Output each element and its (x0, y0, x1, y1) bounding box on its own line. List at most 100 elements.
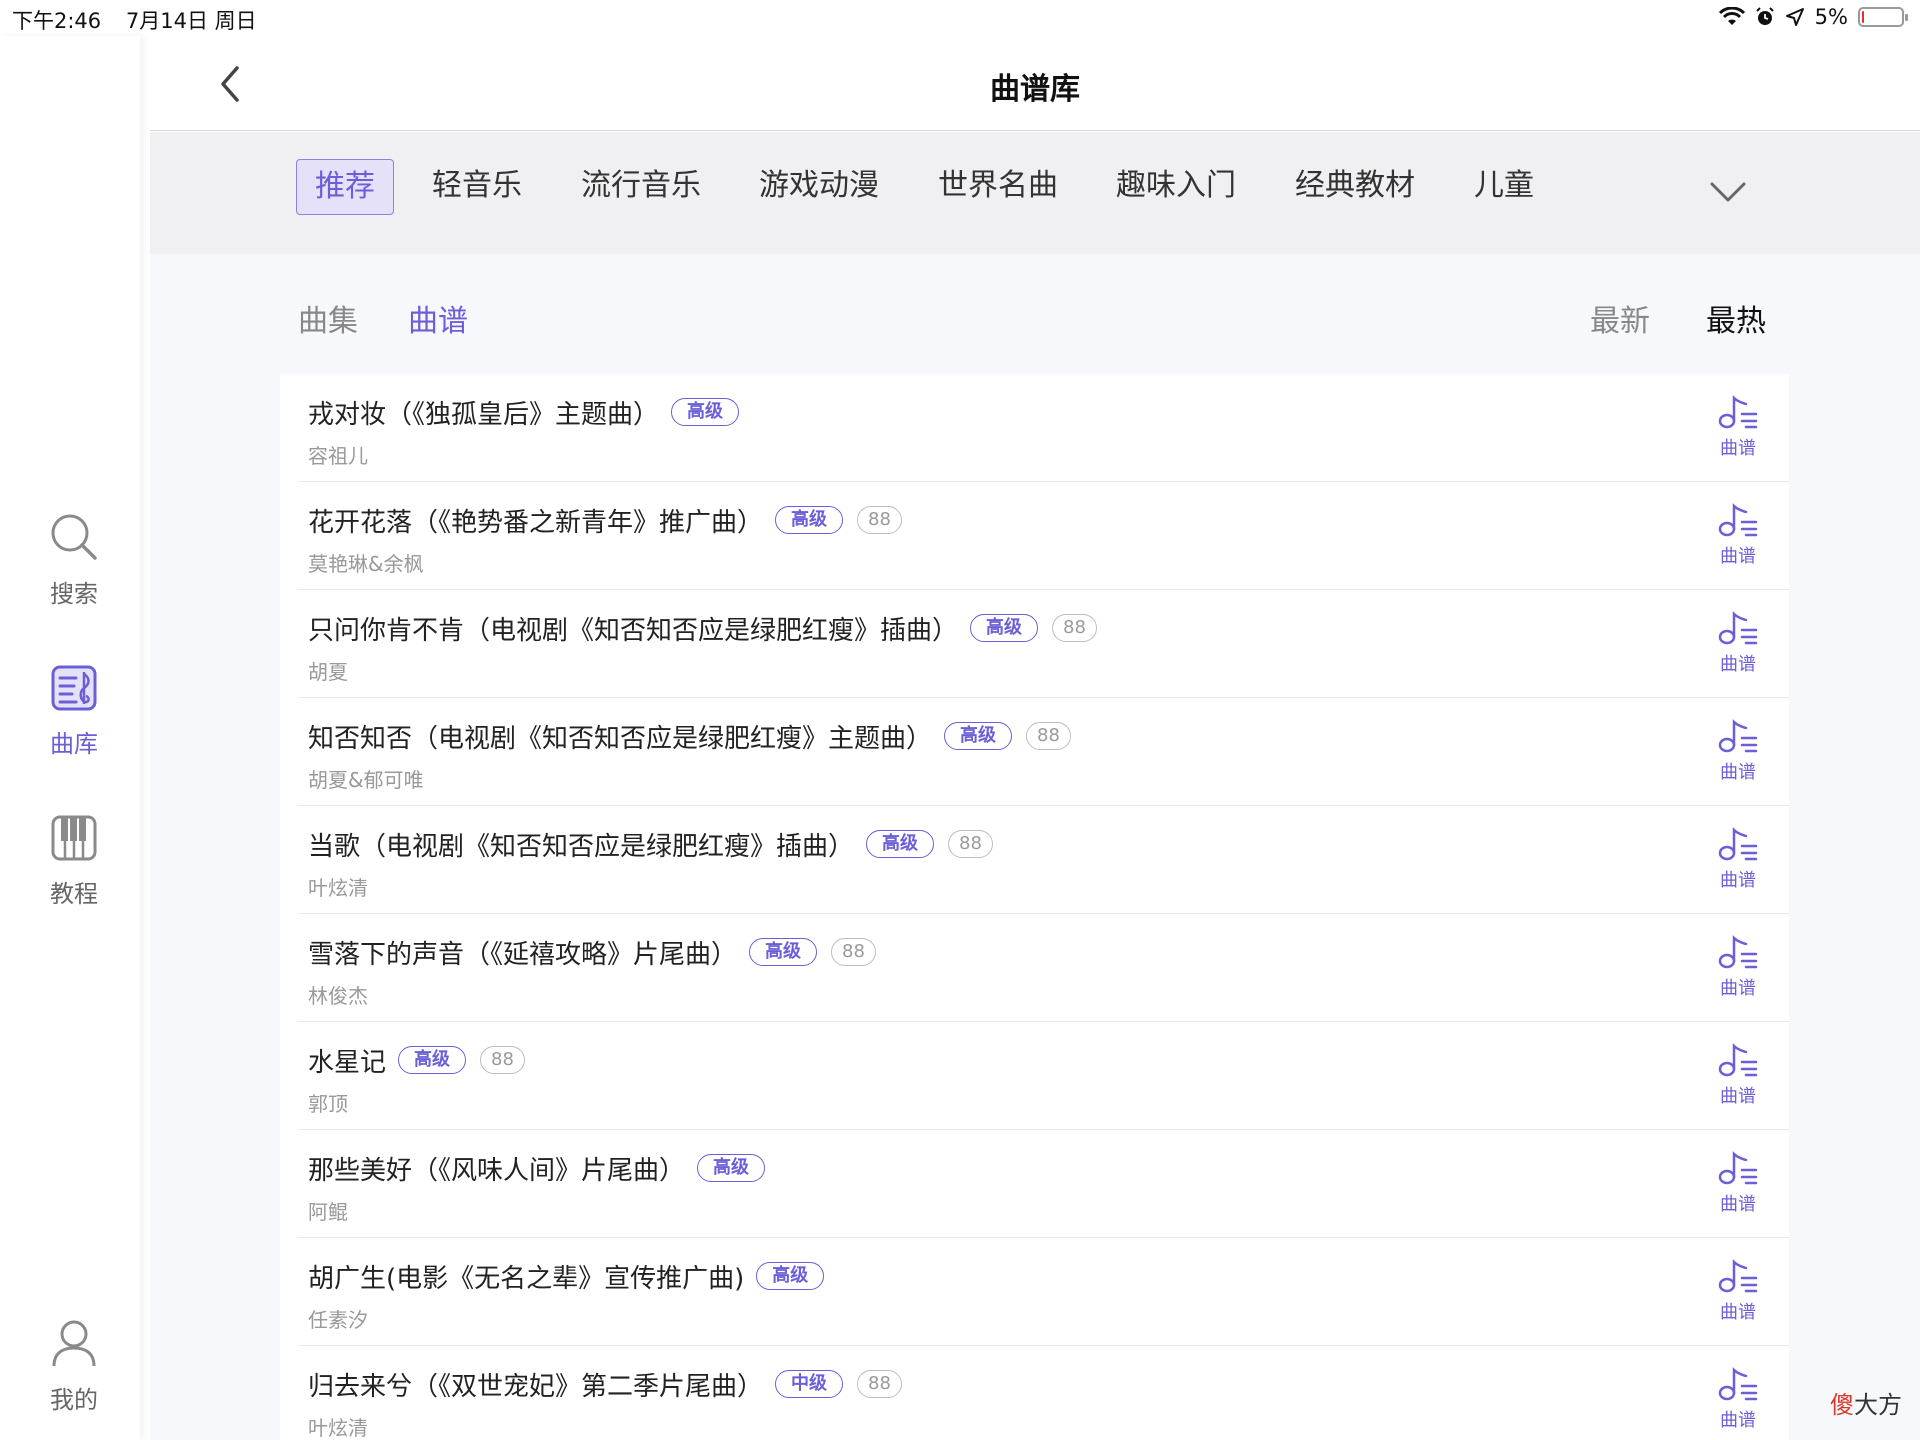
score-library-icon (51, 665, 97, 711)
level-badge: 高级 (756, 1262, 825, 1290)
score-button[interactable]: 曲谱 (1708, 1258, 1768, 1324)
category-bar: 推荐 轻音乐 流行音乐 游戏动漫 世界名曲 趣味入门 经典教材 儿童 (150, 132, 1920, 254)
level-badge: 高级 (671, 398, 740, 426)
score-button[interactable]: 曲谱 (1708, 502, 1768, 568)
count-badge: 88 (948, 830, 993, 858)
song-title-line: 胡广生(电影《无名之辈》宣传推广曲) 高级 (308, 1256, 825, 1296)
song-title: 知否知否（电视剧《知否知否应是绿肥红瘦》主题曲） (308, 723, 933, 754)
sub-tab-collections[interactable]: 曲集 (298, 296, 358, 340)
music-note-icon (1718, 1258, 1758, 1293)
count-badge: 88 (1026, 722, 1071, 750)
level-badge: 中级 (775, 1370, 844, 1398)
category-tab-light-music[interactable]: 轻音乐 (432, 159, 522, 215)
level-badge: 高级 (398, 1046, 467, 1074)
page-header: 曲谱库 (150, 36, 1920, 131)
song-artist: 叶炫清 (308, 1416, 368, 1440)
song-artist: 任素汐 (308, 1308, 368, 1332)
score-button[interactable]: 曲谱 (1708, 1366, 1768, 1432)
count-badge: 88 (857, 1370, 902, 1398)
sidebar-item-tutorial[interactable]: 教程 (0, 814, 148, 909)
sidebar-item-label: 曲库 (50, 730, 98, 758)
watermark: 傻大方 (1830, 1385, 1902, 1420)
level-badge: 高级 (775, 506, 844, 534)
score-button-label: 曲谱 (1720, 870, 1756, 891)
watermark-first: 傻 (1830, 1391, 1854, 1419)
sort-hottest[interactable]: 最热 (1706, 296, 1766, 340)
sidebar-item-library[interactable]: 曲库 (0, 664, 148, 759)
piano-icon (51, 815, 97, 861)
music-note-icon (1718, 1150, 1758, 1185)
count-badge: 88 (831, 938, 876, 966)
battery-level (1862, 11, 1864, 23)
level-badge: 高级 (749, 938, 818, 966)
category-tab-pop[interactable]: 流行音乐 (581, 159, 701, 215)
score-button[interactable]: 曲谱 (1708, 610, 1768, 676)
list-item[interactable]: 水星记 高级 88 郭顶 曲谱 (280, 1022, 1789, 1130)
category-tab-classics[interactable]: 世界名曲 (938, 159, 1058, 215)
sidebar-item-profile[interactable]: 我的 (0, 1318, 148, 1415)
song-title-line: 当歌（电视剧《知否知否应是绿肥红瘦》插曲） 高级 88 (308, 824, 993, 864)
list-item[interactable]: 雪落下的声音（《延禧攻略》片尾曲） 高级 88 林俊杰 曲谱 (280, 914, 1789, 1022)
list-item[interactable]: 胡广生(电影《无名之辈》宣传推广曲) 高级任素汐 曲谱 (280, 1238, 1789, 1346)
category-expand-button[interactable] (1708, 178, 1748, 206)
sidebar-item-label: 我的 (50, 1386, 98, 1414)
song-title-line: 花开花落（《艳势番之新青年》推广曲） 高级 88 (308, 500, 902, 540)
watermark-rest: 大方 (1854, 1391, 1902, 1419)
status-time: 下午2:46 (12, 9, 102, 33)
song-artist: 郭顶 (308, 1092, 348, 1116)
sort-newest[interactable]: 最新 (1590, 296, 1650, 340)
category-tab-game-anime[interactable]: 游戏动漫 (759, 159, 879, 215)
category-tab-fun-beginner[interactable]: 趣味入门 (1116, 159, 1236, 215)
score-button-label: 曲谱 (1720, 438, 1756, 459)
score-button-label: 曲谱 (1720, 1086, 1756, 1107)
level-badge: 高级 (866, 830, 935, 858)
song-artist: 林俊杰 (308, 984, 368, 1008)
score-button[interactable]: 曲谱 (1708, 1042, 1768, 1108)
list-item[interactable]: 只问你肯不肯（电视剧《知否知否应是绿肥红瘦》插曲） 高级 88 胡夏 曲谱 (280, 590, 1789, 698)
sidebar-item-search[interactable]: 搜索 (0, 512, 148, 609)
battery-percent: 5% (1814, 5, 1848, 29)
sidebar-item-label: 搜索 (50, 580, 98, 608)
level-badge: 高级 (697, 1154, 766, 1182)
alarm-icon (1755, 7, 1774, 25)
score-button[interactable]: 曲谱 (1708, 1150, 1768, 1216)
song-artist: 胡夏&郁可唯 (308, 768, 424, 792)
score-button-label: 曲谱 (1720, 654, 1756, 675)
category-tab-textbooks[interactable]: 经典教材 (1295, 159, 1415, 215)
music-note-icon (1718, 394, 1758, 429)
song-title: 归去来兮（《双世宠妃》第二季片尾曲） (308, 1371, 764, 1402)
score-button-label: 曲谱 (1720, 1194, 1756, 1215)
song-title: 当歌（电视剧《知否知否应是绿肥红瘦》插曲） (308, 831, 855, 862)
list-item[interactable]: 当歌（电视剧《知否知否应是绿肥红瘦》插曲） 高级 88 叶炫清 曲谱 (280, 806, 1789, 914)
song-title: 只问你肯不肯（电视剧《知否知否应是绿肥红瘦》插曲） (308, 615, 959, 646)
score-button[interactable]: 曲谱 (1708, 934, 1768, 1000)
score-button[interactable]: 曲谱 (1708, 826, 1768, 892)
list-item[interactable]: 归去来兮（《双世宠妃》第二季片尾曲） 中级 88 叶炫清 曲谱 (280, 1346, 1789, 1440)
score-button-label: 曲谱 (1720, 1302, 1756, 1323)
sub-tab-scores[interactable]: 曲谱 (408, 296, 468, 340)
location-icon (1785, 8, 1804, 26)
list-item[interactable]: 戎对妆（《独孤皇后》主题曲） 高级 容祖儿 曲谱 (280, 374, 1789, 482)
score-button[interactable]: 曲谱 (1708, 394, 1768, 460)
song-artist: 阿鲲 (308, 1200, 348, 1224)
song-artist: 叶炫清 (308, 876, 368, 900)
song-title-line: 归去来兮（《双世宠妃》第二季片尾曲） 中级 88 (308, 1364, 902, 1404)
category-tab-recommended[interactable]: 推荐 (296, 159, 394, 215)
music-note-icon (1718, 1366, 1758, 1401)
song-title-line: 只问你肯不肯（电视剧《知否知否应是绿肥红瘦》插曲） 高级 88 (308, 608, 1097, 648)
song-title: 那些美好（《风味人间》片尾曲） (308, 1155, 686, 1186)
list-item[interactable]: 花开花落（《艳势番之新青年》推广曲） 高级 88 莫艳琳&余枫 曲谱 (280, 482, 1789, 590)
song-title-line: 戎对妆（《独孤皇后》主题曲） 高级 (308, 392, 740, 432)
wifi-icon (1718, 7, 1745, 25)
count-badge: 88 (857, 506, 902, 534)
page-title: 曲谱库 (990, 72, 1080, 107)
status-bar: 下午2:46 7月14日 周日 5% (0, 0, 1920, 36)
category-tab-children[interactable]: 儿童 (1474, 159, 1534, 215)
song-title: 花开花落（《艳势番之新青年》推广曲） (308, 507, 764, 538)
score-button-label: 曲谱 (1720, 1410, 1756, 1431)
level-badge: 高级 (944, 722, 1013, 750)
list-item[interactable]: 那些美好（《风味人间》片尾曲） 高级阿鲲 曲谱 (280, 1130, 1789, 1238)
score-button[interactable]: 曲谱 (1708, 718, 1768, 784)
user-icon (52, 1320, 96, 1367)
list-item[interactable]: 知否知否（电视剧《知否知否应是绿肥红瘦》主题曲） 高级 88 胡夏&郁可唯 曲谱 (280, 698, 1789, 806)
